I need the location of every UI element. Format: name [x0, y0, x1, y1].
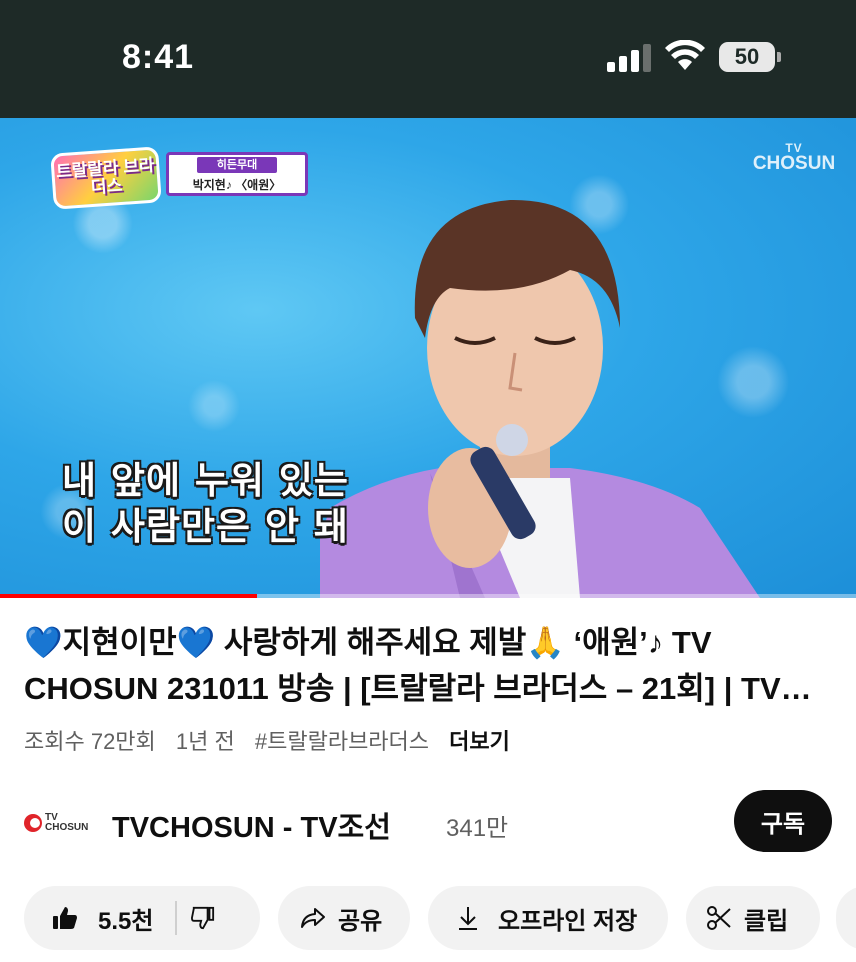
download-label: 오프라인 저장 [498, 907, 638, 935]
view-count: 조회수 72만회 [24, 729, 156, 754]
subtitle-line-1: 내 앞에 누워 있는 [62, 459, 349, 502]
like-dislike-pill: 5.5천 [24, 886, 260, 950]
subtitle-line-2: 이 사람만은 안 돼 [62, 505, 349, 548]
status-time: 8:41 [122, 38, 195, 76]
performance-info-box: 히든무대 박지현♪ 〈애원〉 [166, 152, 308, 196]
channel-logo-text-2: CHOSUN [45, 822, 89, 833]
battery-level: 50 [734, 44, 760, 69]
channel-avatar[interactable]: TV CHOSUN [24, 806, 90, 840]
action-bar: 5.5천 공유 오프라인 저장 클립 [0, 886, 856, 950]
performance-info-top: 히든무대 [197, 157, 277, 173]
share-button[interactable]: 공유 [278, 886, 410, 950]
clip-label: 클립 [744, 907, 789, 935]
hashtag-link[interactable]: #트랄랄라브라더스 [255, 729, 429, 754]
status-bar: 8:41 50 [0, 0, 856, 118]
video-title[interactable]: 💙지현이만💙 사랑하게 해주세요 제발🙏 ‘애원’♪ TV CHOSUN 231… [24, 620, 834, 712]
share-label: 공유 [338, 907, 383, 935]
subscriber-count: 341만 [446, 815, 509, 842]
show-logo: 트랄랄라 브라더스 [50, 146, 162, 210]
video-info-panel: 💙지현이만💙 사랑하게 해주세요 제발🙏 ‘애원’♪ TV CHOSUN 231… [0, 598, 856, 962]
clip-button[interactable]: 클립 [686, 886, 820, 950]
performance-info-bottom: 박지현♪ 〈애원〉 [192, 178, 282, 192]
video-player[interactable]: 트랄랄라 브라더스 히든무대 박지현♪ 〈애원〉 TV CHOSUN 내 앞에 … [0, 118, 856, 598]
channel-name[interactable]: TVCHOSUN - TV조선 [112, 804, 391, 846]
subtitle-caption: 내 앞에 누워 있는 이 사람만은 안 돼 [62, 458, 349, 550]
video-meta[interactable]: 조회수 72만회 1년 전 #트랄랄라브라더스 더보기 [24, 724, 524, 756]
singer-figure [320, 199, 760, 598]
upload-age: 1년 전 [175, 729, 235, 754]
battery-body: 50 [719, 42, 775, 72]
subscribe-button[interactable]: 구독 [734, 790, 832, 852]
show-logo-text: 트랄랄라 브라더스 [55, 155, 156, 198]
download-button[interactable]: 오프라인 저장 [428, 886, 668, 950]
share-icon [301, 908, 325, 928]
more-actions-button[interactable] [836, 886, 856, 950]
signal-icon [607, 44, 651, 72]
channel-logo-text: TV CHOSUN [45, 813, 88, 833]
scissors-icon [707, 906, 731, 930]
more-button[interactable]: 더보기 [449, 729, 510, 754]
channel-row[interactable]: TV CHOSUN TVCHOSUN - TV조선 341만 구독 [0, 788, 856, 858]
channel-watermark: TV CHOSUN [752, 142, 836, 173]
wifi-icon [665, 40, 705, 70]
watermark-big: CHOSUN [752, 153, 836, 174]
download-icon [459, 907, 477, 930]
dislike-button[interactable] [177, 886, 229, 950]
battery-tip [777, 52, 781, 62]
thumbs-down-icon [191, 906, 215, 930]
thumbs-up-icon [53, 907, 77, 929]
like-count: 5.5천 [98, 907, 154, 935]
channel-logo-mark [24, 814, 42, 832]
battery-icon: 50 [719, 42, 781, 72]
like-button[interactable]: 5.5천 [24, 886, 153, 950]
